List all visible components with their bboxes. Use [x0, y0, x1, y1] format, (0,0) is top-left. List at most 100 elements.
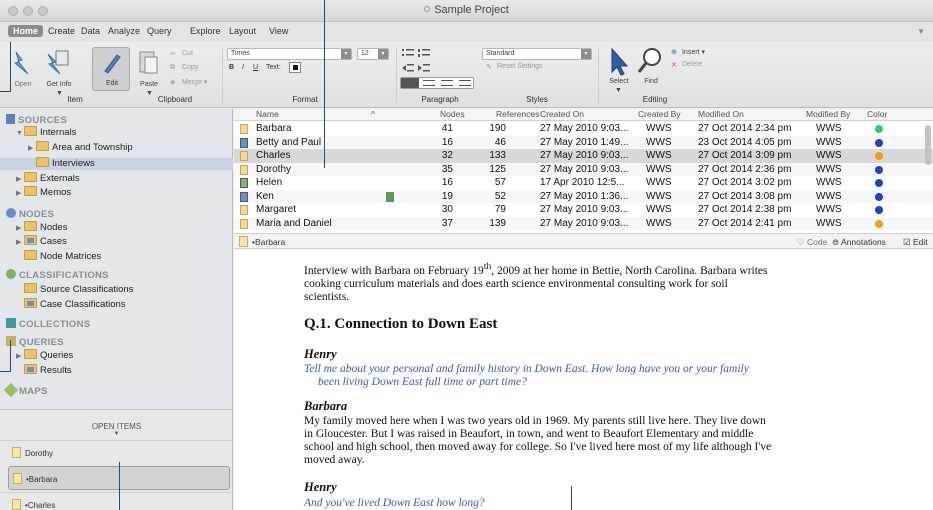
table-row[interactable]: Helen 16 57 17 Apr 2010 12:5... WWS 27 Oct 20…: [234, 176, 933, 190]
delete-button[interactable]: Delete: [682, 61, 702, 68]
cell-by: WWS: [646, 177, 672, 188]
tab-analyze[interactable]: Analyze: [108, 26, 140, 36]
decrease-indent-icon[interactable]: [402, 63, 414, 73]
ribbon-collapse-icon[interactable]: ▼: [917, 27, 925, 36]
table-row[interactable]: Maria and Daniel 37 139 27 May 2010 9:03...…: [234, 216, 933, 230]
answer-1: My family moved here when I was two year…: [304, 415, 772, 466]
table-row[interactable]: Dorothy 35 125 27 May 2010 9:03... WWS 27 Oct…: [234, 162, 933, 176]
insert-button[interactable]: Insert ▾: [682, 48, 705, 56]
disclosure-closed-icon[interactable]: ▶: [28, 144, 36, 152]
tab-explore[interactable]: Explore: [190, 26, 221, 36]
disclosure-closed-icon[interactable]: ▶: [16, 238, 24, 246]
font-family-select[interactable]: Times ▾: [227, 48, 352, 60]
open-items-chevron-icon[interactable]: ▼: [0, 431, 233, 437]
edit-button[interactable]: Edit: [92, 47, 130, 91]
italic-button[interactable]: I: [242, 64, 244, 71]
increase-indent-icon[interactable]: [418, 63, 430, 73]
nav-queries-header[interactable]: QUERIES: [6, 336, 64, 348]
font-size-select[interactable]: 12 ▾: [357, 48, 389, 60]
bullet-list-icon[interactable]: [402, 48, 414, 58]
nav-collections-header[interactable]: COLLECTIONS: [6, 318, 90, 330]
nav-item-externals[interactable]: ▶ Externals: [16, 172, 80, 184]
folder-icon: [24, 126, 37, 136]
nav-nodes-header[interactable]: NODES: [6, 208, 54, 220]
disclosure-closed-icon[interactable]: ▶: [16, 189, 24, 197]
numbered-list-icon[interactable]: [418, 48, 430, 58]
nav-item-case-classifications[interactable]: Case Classifications: [24, 298, 126, 310]
align-center-button[interactable]: [423, 80, 435, 86]
nav-item-source-classifications[interactable]: Source Classifications: [24, 283, 133, 295]
disclosure-closed-icon[interactable]: ▶: [16, 175, 24, 183]
open-item-row[interactable]: Dorothy: [0, 440, 233, 464]
disclosure-closed-icon[interactable]: ▶: [16, 224, 24, 232]
tab-home[interactable]: Home: [8, 25, 44, 37]
paste-icon[interactable]: [134, 48, 164, 80]
paste-button[interactable]: Paste: [127, 81, 171, 88]
nav-item-nodes[interactable]: ▶ Nodes: [16, 221, 67, 233]
nav-item-area-township[interactable]: ▶ Area and Township: [28, 141, 133, 153]
table-row[interactable]: Barbara 41 190 27 May 2010 9:03... WWS 27 Oct…: [234, 122, 933, 136]
column-header-color[interactable]: Color: [867, 109, 887, 121]
merge-button[interactable]: Merge ▾: [182, 78, 207, 86]
column-header-modified-on[interactable]: Modified On: [698, 109, 744, 121]
text-color-swatch[interactable]: [289, 62, 301, 73]
edit-toggle[interactable]: ☑ Edit: [903, 237, 928, 248]
table-row[interactable]: Charles 32 133 27 May 2010 9:03... WWS 27 Oct…: [234, 149, 933, 163]
bold-button[interactable]: B: [229, 64, 234, 71]
table-scrollbar[interactable]: [925, 125, 931, 165]
reset-settings-button[interactable]: Reset Settings: [497, 63, 543, 70]
select-dropdown-icon[interactable]: ▼: [615, 87, 622, 94]
font-family-value: Times: [231, 50, 250, 57]
tab-query[interactable]: Query: [147, 26, 172, 36]
code-button[interactable]: ♡ Code: [797, 237, 827, 248]
nav-item-results[interactable]: Results: [24, 364, 72, 376]
open-item-row[interactable]: •Charles: [0, 492, 233, 510]
maps-icon: [3, 382, 19, 398]
sort-ascending-icon[interactable]: ^: [371, 109, 375, 121]
column-header-created-by[interactable]: Created By: [638, 109, 681, 121]
nav-item-memos[interactable]: ▶ Memos: [16, 186, 71, 198]
nav-item-queries[interactable]: ▶ Queries: [16, 349, 73, 361]
nav-item-node-matrices[interactable]: Node Matrices: [24, 250, 101, 262]
color-dot: [875, 192, 883, 201]
underline-button[interactable]: U: [253, 64, 258, 71]
tab-view[interactable]: View: [269, 26, 288, 36]
get-info-icon[interactable]: [44, 48, 74, 80]
copy-button[interactable]: Copy: [182, 64, 198, 71]
nav-item-interviews[interactable]: Interviews: [36, 157, 95, 169]
annotations-button[interactable]: ⊜ Annotations: [832, 237, 886, 248]
get-info-button[interactable]: Get Info: [37, 81, 81, 88]
nav-maps-header[interactable]: MAPS: [3, 382, 48, 398]
nav-item-cases[interactable]: ▶ Cases: [16, 235, 67, 247]
align-right-button[interactable]: [441, 80, 453, 86]
cell-by: WWS: [646, 204, 672, 215]
tab-create[interactable]: Create: [48, 26, 75, 36]
detail-document-name: •Barbara: [252, 237, 286, 247]
find-magnifier-icon[interactable]: [636, 46, 666, 78]
column-header-references[interactable]: References: [496, 109, 539, 121]
nav-item-internals[interactable]: ▼ Internals: [16, 126, 76, 138]
column-header-name[interactable]: Name: [256, 109, 279, 121]
question-2: And you've lived Down East how long?: [304, 497, 485, 509]
tab-layout[interactable]: Layout: [229, 26, 256, 36]
document-view[interactable]: Interview with Barbara on February 19th,…: [234, 249, 933, 510]
table-row[interactable]: Margaret 30 79 27 May 2010 9:03... WWS 27 Oct…: [234, 203, 933, 217]
column-header-created-on[interactable]: Created On: [540, 109, 584, 121]
style-select[interactable]: Standard ▾: [482, 48, 592, 60]
table-row[interactable]: Ken 19 52 27 May 2010 1:36... WWS 27 Oct 2014…: [234, 189, 933, 203]
table-row[interactable]: Betty and Paul 16 46 27 May 2010 1:49... WWS…: [234, 135, 933, 149]
select-arrow-icon[interactable]: [604, 46, 634, 78]
cut-button[interactable]: Cut: [182, 50, 193, 57]
justify-button[interactable]: [459, 80, 471, 86]
disclosure-closed-icon[interactable]: ▶: [16, 352, 24, 360]
nav-sources-header[interactable]: SOURCES: [6, 114, 67, 126]
disclosure-open-icon[interactable]: ▼: [16, 130, 24, 137]
find-button[interactable]: Find: [629, 78, 673, 85]
align-left-button[interactable]: [401, 78, 419, 88]
nav-classifications-header[interactable]: CLASSIFICATIONS: [6, 269, 109, 281]
column-header-modified-by[interactable]: Modified By: [806, 109, 850, 121]
column-header-nodes[interactable]: Nodes: [440, 109, 465, 121]
open-icon[interactable]: [8, 48, 38, 80]
tab-data[interactable]: Data: [81, 26, 100, 36]
linked-memo-icon[interactable]: [386, 191, 394, 202]
